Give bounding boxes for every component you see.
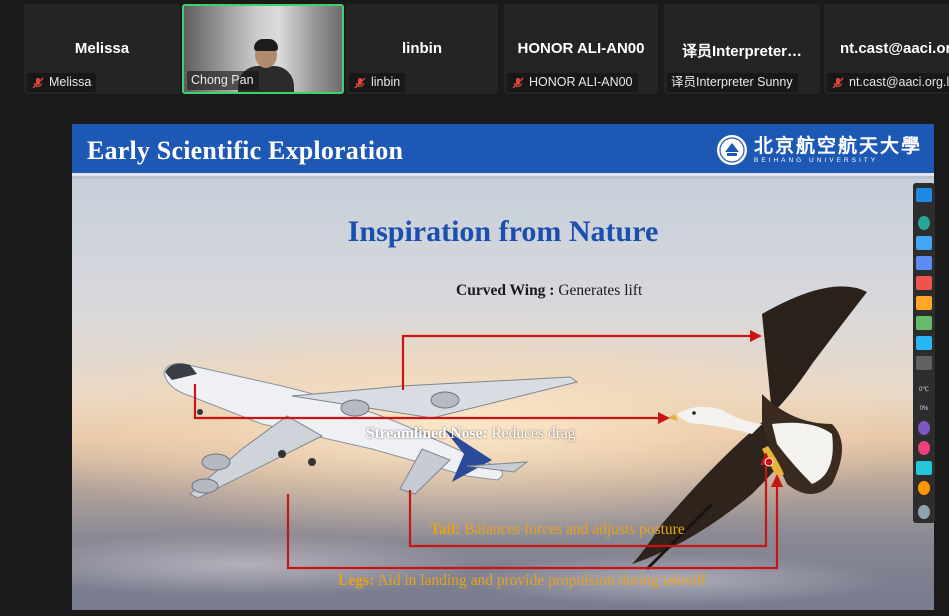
participant-label: HONOR ALI-AN00 [507,73,638,92]
mic-muted-icon [512,77,524,88]
avatar-icon[interactable] [918,441,930,455]
share-icon[interactable] [916,236,932,250]
shield-icon[interactable] [918,421,930,435]
caption-tail: Tail: Balances forces and adjusts postur… [430,521,685,539]
caption-nose: Streamlined Nose: Reduces drag [366,425,575,443]
shared-slide: Early Scientific Exploration 北京航空航天大學 BE… [72,124,934,610]
participant-label: 译员Interpreter Sunny [667,73,798,92]
slide-heading: Inspiration from Nature [347,215,659,248]
person-hair [254,39,278,51]
participant-label-text: nt.cast@aaci.org.l [849,75,949,89]
mic-muted-icon [832,77,844,88]
mic-muted-icon [32,77,44,88]
participant-label-text: HONOR ALI-AN00 [529,75,633,89]
participant-label: Melissa [27,73,97,92]
toolbar-readout-1: 0℃ [918,387,930,393]
participant-label-text: Chong Pan [191,73,254,87]
participant-label-text: Melissa [49,75,92,89]
caption-wing: Curved Wing : Generates lift [456,282,642,300]
video-icon[interactable] [916,336,932,350]
caption-desc: Balances forces and adjusts posture [460,521,685,538]
caption-term: Tail: [430,521,461,538]
participant-strip: Melissa Melissa Chong Pan linbin linbin … [0,0,949,100]
participant-name: linbin [402,40,442,57]
participant-name: nt.cast@aaci.or [840,40,949,57]
document-icon[interactable] [916,256,932,270]
settings-icon[interactable] [918,505,930,519]
monitor-icon[interactable] [916,461,932,475]
more-icon[interactable] [916,356,932,370]
floating-toolbar: 0℃ 0% [913,183,935,523]
caption-term: Curved Wing : [456,282,555,299]
screen-icon[interactable] [916,188,932,202]
caption-term: Streamlined Nose: [366,425,488,442]
user-icon[interactable] [918,216,930,230]
caption-term: Legs: [338,572,375,589]
participant-label-text: linbin [371,75,401,89]
participant-tile-honor[interactable]: HONOR ALI-AN00 HONOR ALI-AN00 [504,4,658,94]
participant-tile-linbin[interactable]: linbin linbin [346,4,498,94]
caption-desc: Reduces drag [487,425,576,442]
participant-tile-chong-pan[interactable]: Chong Pan [182,4,344,94]
toolbar-readout-2: 0% [919,406,929,412]
participant-name: 译员Interpreter… [681,43,803,60]
mic-muted-icon [354,77,366,88]
caption-desc: Aid in landing and provide propulsion du… [374,572,707,589]
tail-marker [764,457,774,467]
participant-label: nt.cast@aaci.org.l [827,73,949,92]
participant-label: Chong Pan [187,71,259,90]
search-icon[interactable] [918,481,930,495]
participant-label-text: 译员Interpreter Sunny [671,75,793,89]
participant-name: Melissa [74,40,130,57]
participant-tile-melissa[interactable]: Melissa Melissa [24,4,180,94]
participant-name: HONOR ALI-AN00 [517,40,645,57]
caption-desc: Generates lift [554,282,643,299]
folder-icon[interactable] [916,296,932,310]
image-icon[interactable] [916,316,932,330]
caption-legs: Legs: Aid in landing and provide propuls… [338,572,706,590]
participant-tile-ntcast[interactable]: nt.cast@aaci.or nt.cast@aaci.org.l [824,4,949,94]
participant-tile-interpreter[interactable]: 译员Interpreter… 译员Interpreter Sunny [664,4,820,94]
apps-icon[interactable] [916,276,932,290]
participant-label: linbin [349,73,406,92]
